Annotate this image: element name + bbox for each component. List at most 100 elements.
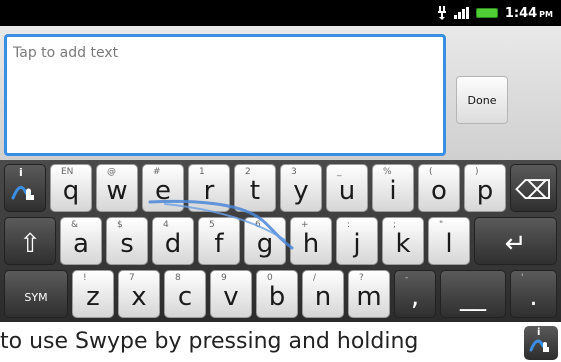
text-input[interactable]: [7, 37, 443, 153]
key-h[interactable]: + h: [290, 217, 332, 265]
swype-logo-icon: i: [524, 326, 558, 360]
key-a-secondary: &: [71, 220, 79, 230]
key-space[interactable]: __: [440, 270, 506, 318]
key-r-secondary: 1: [199, 167, 205, 177]
key-u[interactable]: _ u: [326, 164, 368, 212]
key-l-secondary: ": [439, 220, 444, 230]
clock: 1:44 PM: [504, 5, 553, 21]
swype-logo-icon: i: [10, 166, 40, 206]
key-c[interactable]: 8c: [164, 270, 206, 318]
key-w-label: w: [106, 176, 128, 206]
key-j-secondary: :: [347, 220, 351, 230]
key-v[interactable]: 9v: [210, 270, 252, 318]
status-icons: 1:44 PM: [437, 0, 553, 26]
key-t[interactable]: 2t: [234, 164, 276, 212]
key-w-secondary: @: [107, 167, 116, 177]
key-a[interactable]: & a: [60, 217, 102, 265]
help-strip: r to use Swype by pressing and holding i: [0, 322, 561, 362]
key-m[interactable]: ? m: [348, 270, 390, 318]
key-y-secondary: 3: [291, 167, 297, 177]
swype-hand-icon: [529, 339, 549, 352]
swype-keyboard: i EN q @ w # e 1 r 2 t 3 y _ u% i(o) p ⌫ ⇧ & a $ s 4 d 5 f 6 g + h: j;…: [0, 160, 561, 322]
key-comma-secondary: -: [405, 273, 409, 283]
key-d-secondary: 4: [163, 220, 169, 230]
key-backspace[interactable]: ⌫: [510, 164, 557, 212]
help-text: r to use Swype by pressing and holding: [0, 329, 419, 354]
key-h-secondary: +: [301, 220, 309, 230]
key-t-label: t: [249, 176, 261, 206]
key-s-label: s: [120, 229, 134, 259]
keyboard-row-3: SYM! z 7 x 8 c 9 v 0 b / n? m -, __ '.: [0, 270, 561, 322]
key-swype[interactable]: i: [4, 164, 46, 212]
key-z-secondary: !: [83, 273, 87, 283]
key-w[interactable]: @ w: [96, 164, 138, 212]
key-b[interactable]: 0b: [256, 270, 298, 318]
key-shift-label: ⇧: [19, 229, 41, 259]
key-y-label: y: [293, 176, 309, 206]
key-i[interactable]: % i: [372, 164, 414, 212]
key-n[interactable]: / n: [302, 270, 344, 318]
key-o[interactable]: (o: [418, 164, 460, 212]
key-m-secondary: ?: [359, 273, 364, 283]
input-area: Done: [0, 26, 561, 160]
key-o-secondary: (: [429, 167, 433, 177]
usb-debug-icon: [437, 6, 446, 20]
key-x-label: x: [131, 282, 147, 312]
key-e[interactable]: # e: [142, 164, 184, 212]
key-space-label: __: [460, 282, 486, 312]
key-z-label: z: [86, 282, 100, 312]
key-f-label: f: [214, 229, 224, 259]
key-t-secondary: 2: [245, 167, 251, 177]
key-l[interactable]: " l: [428, 217, 470, 265]
key-j-label: j: [353, 229, 361, 259]
key-v-label: v: [223, 282, 239, 312]
battery-icon: [475, 8, 498, 18]
key-period-secondary: ': [521, 273, 524, 283]
key-j[interactable]: :j: [336, 217, 378, 265]
key-c-secondary: 8: [175, 273, 181, 283]
key-i-secondary: %: [383, 167, 392, 177]
key-y[interactable]: 3y: [280, 164, 322, 212]
key-enter-label: ↵: [504, 229, 527, 259]
text-field[interactable]: [4, 34, 446, 156]
done-button[interactable]: Done: [456, 76, 508, 124]
key-s[interactable]: $ s: [106, 217, 148, 265]
key-l-label: l: [445, 229, 453, 259]
key-comma[interactable]: -,: [394, 270, 436, 318]
key-p-secondary: ): [475, 167, 479, 177]
key-q-label: q: [62, 176, 80, 206]
key-k[interactable]: ; k: [382, 217, 424, 265]
key-i-label: i: [389, 176, 397, 206]
key-comma-label: ,: [410, 282, 420, 312]
key-c-label: c: [177, 282, 193, 312]
key-e-secondary: #: [153, 167, 161, 177]
keyboard-row-1: i EN q @ w # e 1 r 2 t 3 y _ u% i(o) p ⌫: [0, 164, 561, 216]
status-bar: 1:44 PM: [0, 0, 561, 26]
key-g[interactable]: 6g: [244, 217, 286, 265]
key-shift[interactable]: ⇧: [4, 217, 56, 265]
key-x[interactable]: 7x: [118, 270, 160, 318]
key-a-label: a: [73, 229, 89, 259]
key-r-label: r: [203, 176, 215, 206]
key-d-label: d: [164, 229, 182, 259]
key-f[interactable]: 5f: [198, 217, 240, 265]
key-b-secondary: 0: [267, 273, 273, 283]
key-backspace-label: ⌫: [515, 176, 552, 206]
key-sym[interactable]: SYM: [4, 270, 68, 318]
key-g-label: g: [256, 229, 274, 259]
key-d[interactable]: 4d: [152, 217, 194, 265]
key-q[interactable]: EN q: [50, 164, 92, 212]
key-b-label: b: [268, 282, 286, 312]
key-v-secondary: 9: [221, 273, 227, 283]
key-n-label: n: [314, 282, 332, 312]
key-n-secondary: /: [313, 273, 317, 283]
key-x-secondary: 7: [129, 273, 135, 283]
key-r[interactable]: 1r: [188, 164, 230, 212]
key-u-secondary: _: [337, 167, 342, 177]
key-sym-label: SYM: [24, 290, 48, 304]
key-k-label: k: [395, 229, 411, 259]
key-z[interactable]: ! z: [72, 270, 114, 318]
key-period[interactable]: '.: [510, 270, 557, 318]
key-enter[interactable]: ↵: [474, 217, 557, 265]
key-p[interactable]: ) p: [464, 164, 506, 212]
